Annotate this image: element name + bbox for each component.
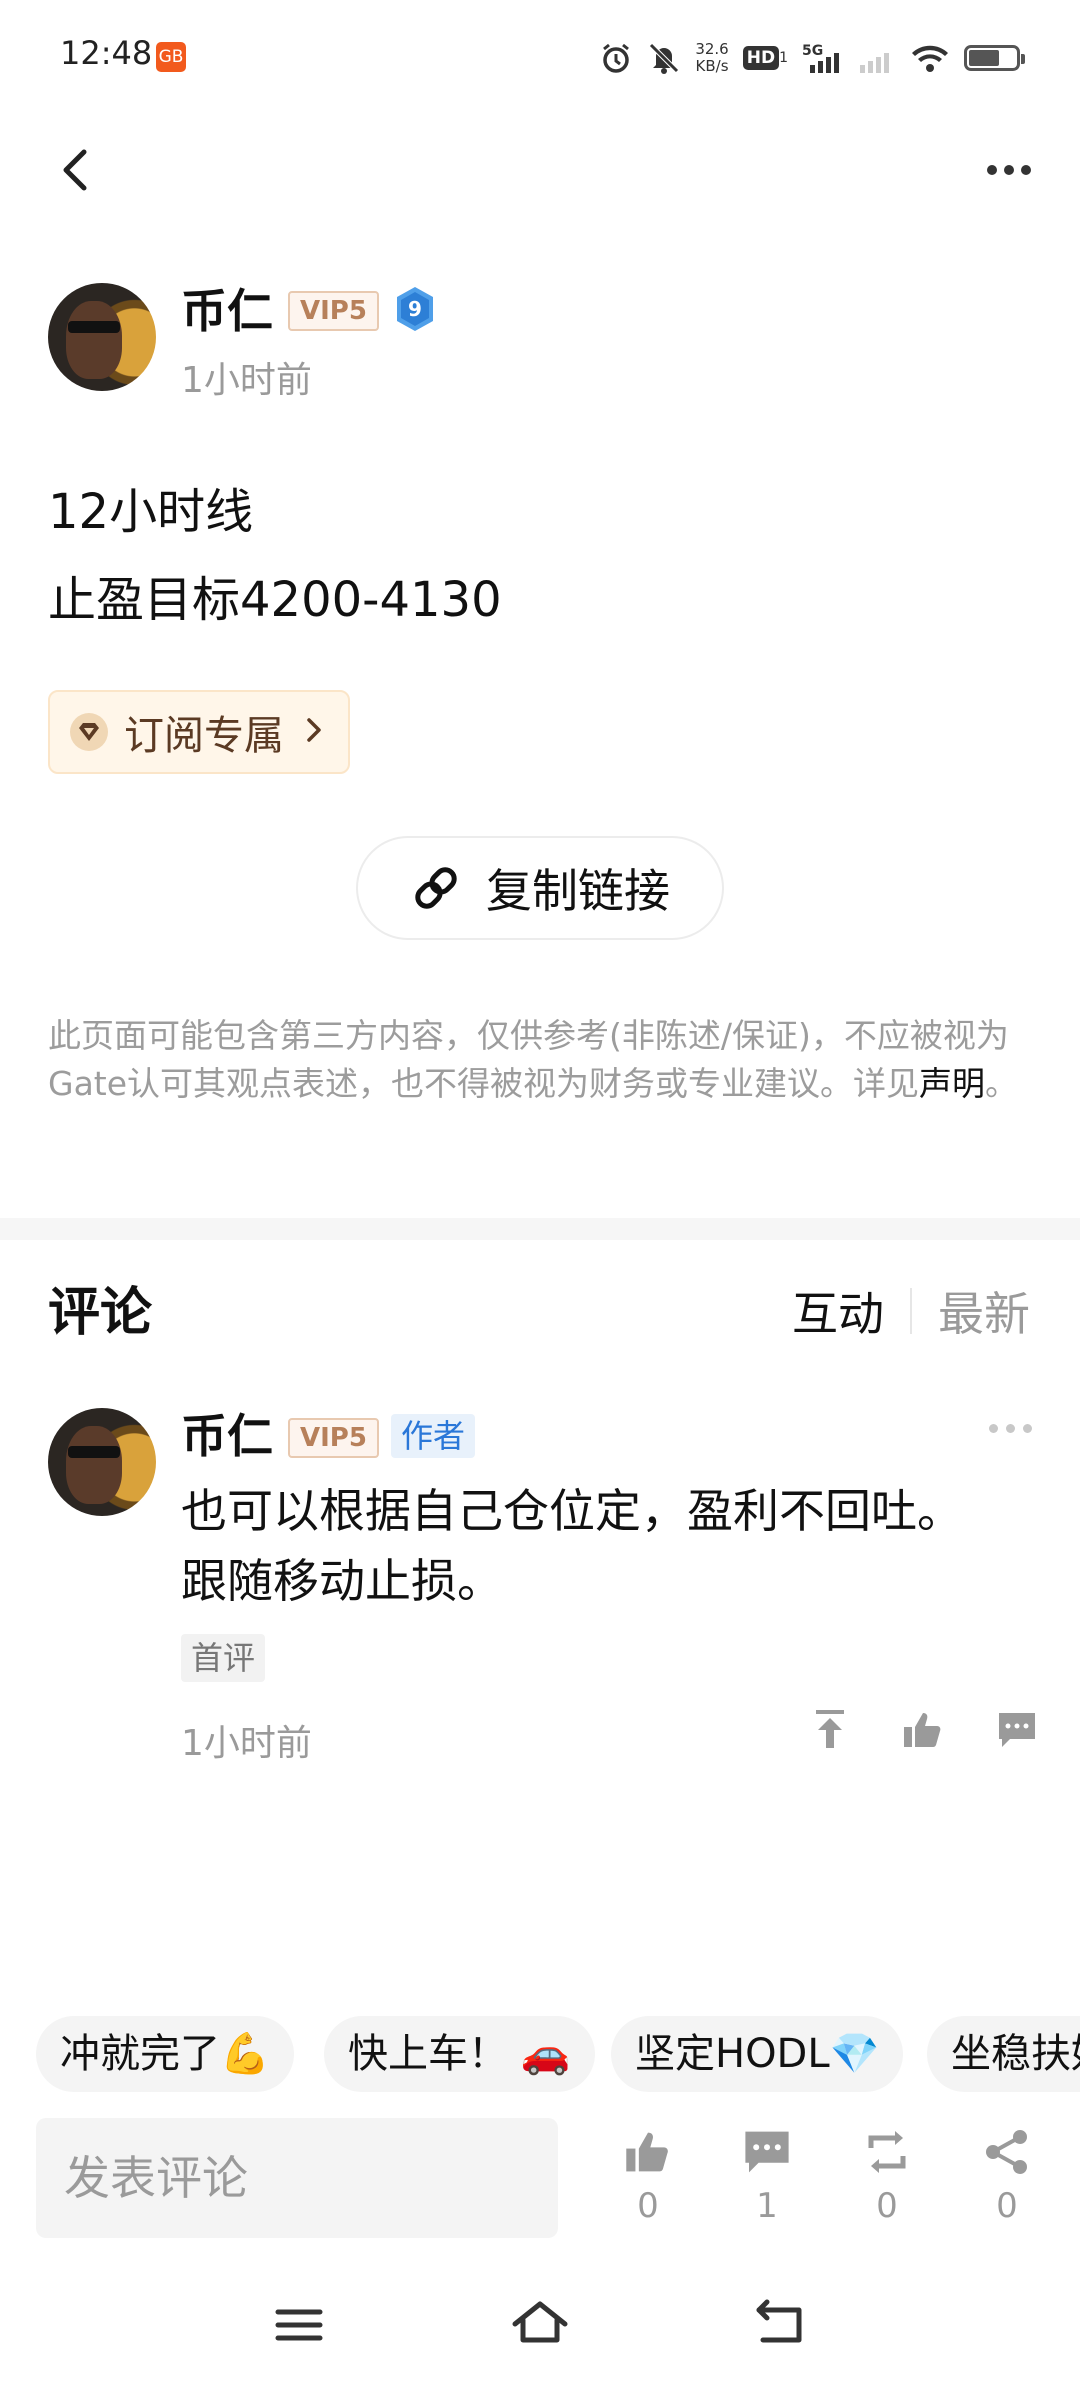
share-stat[interactable]: 0 xyxy=(967,2128,1047,2226)
network-speed: 32.6 KB/s xyxy=(695,40,729,75)
thumbs-up-icon xyxy=(626,2132,668,2172)
comment-author-name[interactable]: 币仁 xyxy=(181,1408,273,1464)
like-icon[interactable] xyxy=(902,1709,944,1755)
comment-item: 币仁 VIP5 作者 也可以根据自己仓位定，盈利不回吐。 跟随移动止损。 首评 … xyxy=(48,1408,1038,1768)
top-nav xyxy=(0,120,1080,220)
diamond-icon xyxy=(70,713,108,751)
quick-reply-chip[interactable]: 快上车！ 🚗 xyxy=(324,2016,595,2092)
statement-link[interactable]: 声明 xyxy=(919,1064,985,1103)
link-icon xyxy=(415,867,457,909)
comment-actions xyxy=(810,1708,1038,1756)
share-icon xyxy=(986,2130,1027,2174)
subscribe-label: 订阅专属 xyxy=(124,713,284,759)
post-line: 止盈目标4200-4130 xyxy=(48,572,502,628)
app-notification-icon: GB xyxy=(156,42,186,72)
tab-separator xyxy=(910,1288,912,1334)
comment-more-button[interactable] xyxy=(989,1424,1032,1433)
subscribe-exclusive-button[interactable]: 订阅专属 xyxy=(48,690,350,774)
quick-reply-chip[interactable]: 冲就完了💪 xyxy=(36,2016,294,2092)
back-system-button[interactable] xyxy=(745,2290,815,2360)
copy-link-label: 复制链接 xyxy=(486,864,670,918)
comment-input[interactable]: 发表评论 xyxy=(36,2118,558,2238)
repost-count: 0 xyxy=(876,2186,898,2226)
alarm-icon xyxy=(599,41,633,75)
back-button[interactable] xyxy=(48,140,108,200)
vip-badge: VIP5 xyxy=(288,291,379,331)
author-tag: 作者 xyxy=(391,1414,476,1458)
system-navigation xyxy=(0,2270,1080,2380)
more-dot xyxy=(1021,165,1031,175)
share-count: 0 xyxy=(996,2186,1018,2226)
reply-icon[interactable] xyxy=(996,1710,1038,1754)
comments-title: 评论 xyxy=(48,1283,153,1343)
comment-time: 1小时前 xyxy=(181,1723,312,1764)
comment-icon xyxy=(745,2131,789,2173)
repost-icon xyxy=(868,2131,906,2173)
svg-text:5G: 5G xyxy=(802,43,823,59)
status-time: 12:48 xyxy=(60,34,153,72)
tab-latest[interactable]: 最新 xyxy=(938,1278,1030,1344)
wifi-icon xyxy=(910,41,950,75)
signal-5g-icon: 5G xyxy=(802,41,846,75)
post-body: 12小时线 止盈目标4200-4130 xyxy=(48,468,502,644)
comment-stat[interactable]: 1 xyxy=(727,2128,807,2226)
author-name[interactable]: 币仁 xyxy=(181,283,273,339)
chevron-left-icon xyxy=(63,149,87,191)
home-icon xyxy=(512,2301,568,2343)
disclaimer: 此页面可能包含第三方内容，仅供参考(非陈述/保证)，不应被视为Gate认可其观点… xyxy=(48,1016,1019,1103)
home-button[interactable] xyxy=(505,2290,575,2360)
more-dot xyxy=(987,165,997,175)
pin-top-icon[interactable] xyxy=(810,1708,850,1756)
battery-icon xyxy=(964,45,1025,71)
status-bar: 12:48 GB 32.6 KB/s HD 1 5G xyxy=(0,0,1080,110)
like-count: 0 xyxy=(637,2186,659,2226)
menu-button[interactable] xyxy=(264,2290,334,2360)
post-time: 1小时前 xyxy=(181,360,312,401)
comment-count: 1 xyxy=(756,2186,778,2226)
signal-sim2-icon xyxy=(860,41,896,75)
quick-reply-chip[interactable]: 坐稳扶好 xyxy=(927,2016,1080,2092)
quick-reply-chip[interactable]: 坚定HODL💎 xyxy=(611,2016,904,2092)
status-icons: 32.6 KB/s HD 1 5G xyxy=(599,36,1025,80)
disclaimer-text: 此页面可能包含第三方内容，仅供参考(非陈述/保证)，不应被视为Gate认可其观点… xyxy=(48,1016,1009,1103)
quick-replies: 冲就完了💪 快上车！ 🚗 坚定HODL💎 坐稳扶好 xyxy=(36,2016,1080,2092)
repost-stat[interactable]: 0 xyxy=(847,2128,927,2226)
chevron-right-icon xyxy=(304,710,324,754)
copy-link-button[interactable]: 复制链接 xyxy=(356,836,724,940)
svg-text:9: 9 xyxy=(408,297,422,321)
comment-text: 也可以根据自己仓位定，盈利不回吐。 跟随移动止损。 xyxy=(181,1484,963,1608)
level-badge: 9 xyxy=(393,285,437,333)
more-options-button[interactable] xyxy=(974,140,1044,200)
return-icon xyxy=(756,2299,802,2343)
tab-interaction[interactable]: 互动 xyxy=(792,1278,884,1344)
menu-icon xyxy=(275,2309,323,2341)
avatar[interactable] xyxy=(48,283,156,391)
vip-badge: VIP5 xyxy=(288,1418,379,1458)
avatar[interactable] xyxy=(48,1408,156,1516)
like-stat[interactable]: 0 xyxy=(608,2128,688,2226)
post-author: 币仁 VIP5 9 1小时前 xyxy=(48,283,1038,403)
hd-voice-icon: HD 1 xyxy=(742,46,788,70)
comment-sort-tabs: 互动 最新 xyxy=(792,1278,1030,1344)
bottom-action-bar: 发表评论 0 1 0 0 xyxy=(0,2110,1080,2250)
post-line: 12小时线 xyxy=(48,484,254,540)
section-divider xyxy=(0,1218,1080,1240)
mute-bell-icon xyxy=(647,41,681,75)
first-comment-tag: 首评 xyxy=(181,1634,266,1682)
more-dot xyxy=(1004,165,1014,175)
